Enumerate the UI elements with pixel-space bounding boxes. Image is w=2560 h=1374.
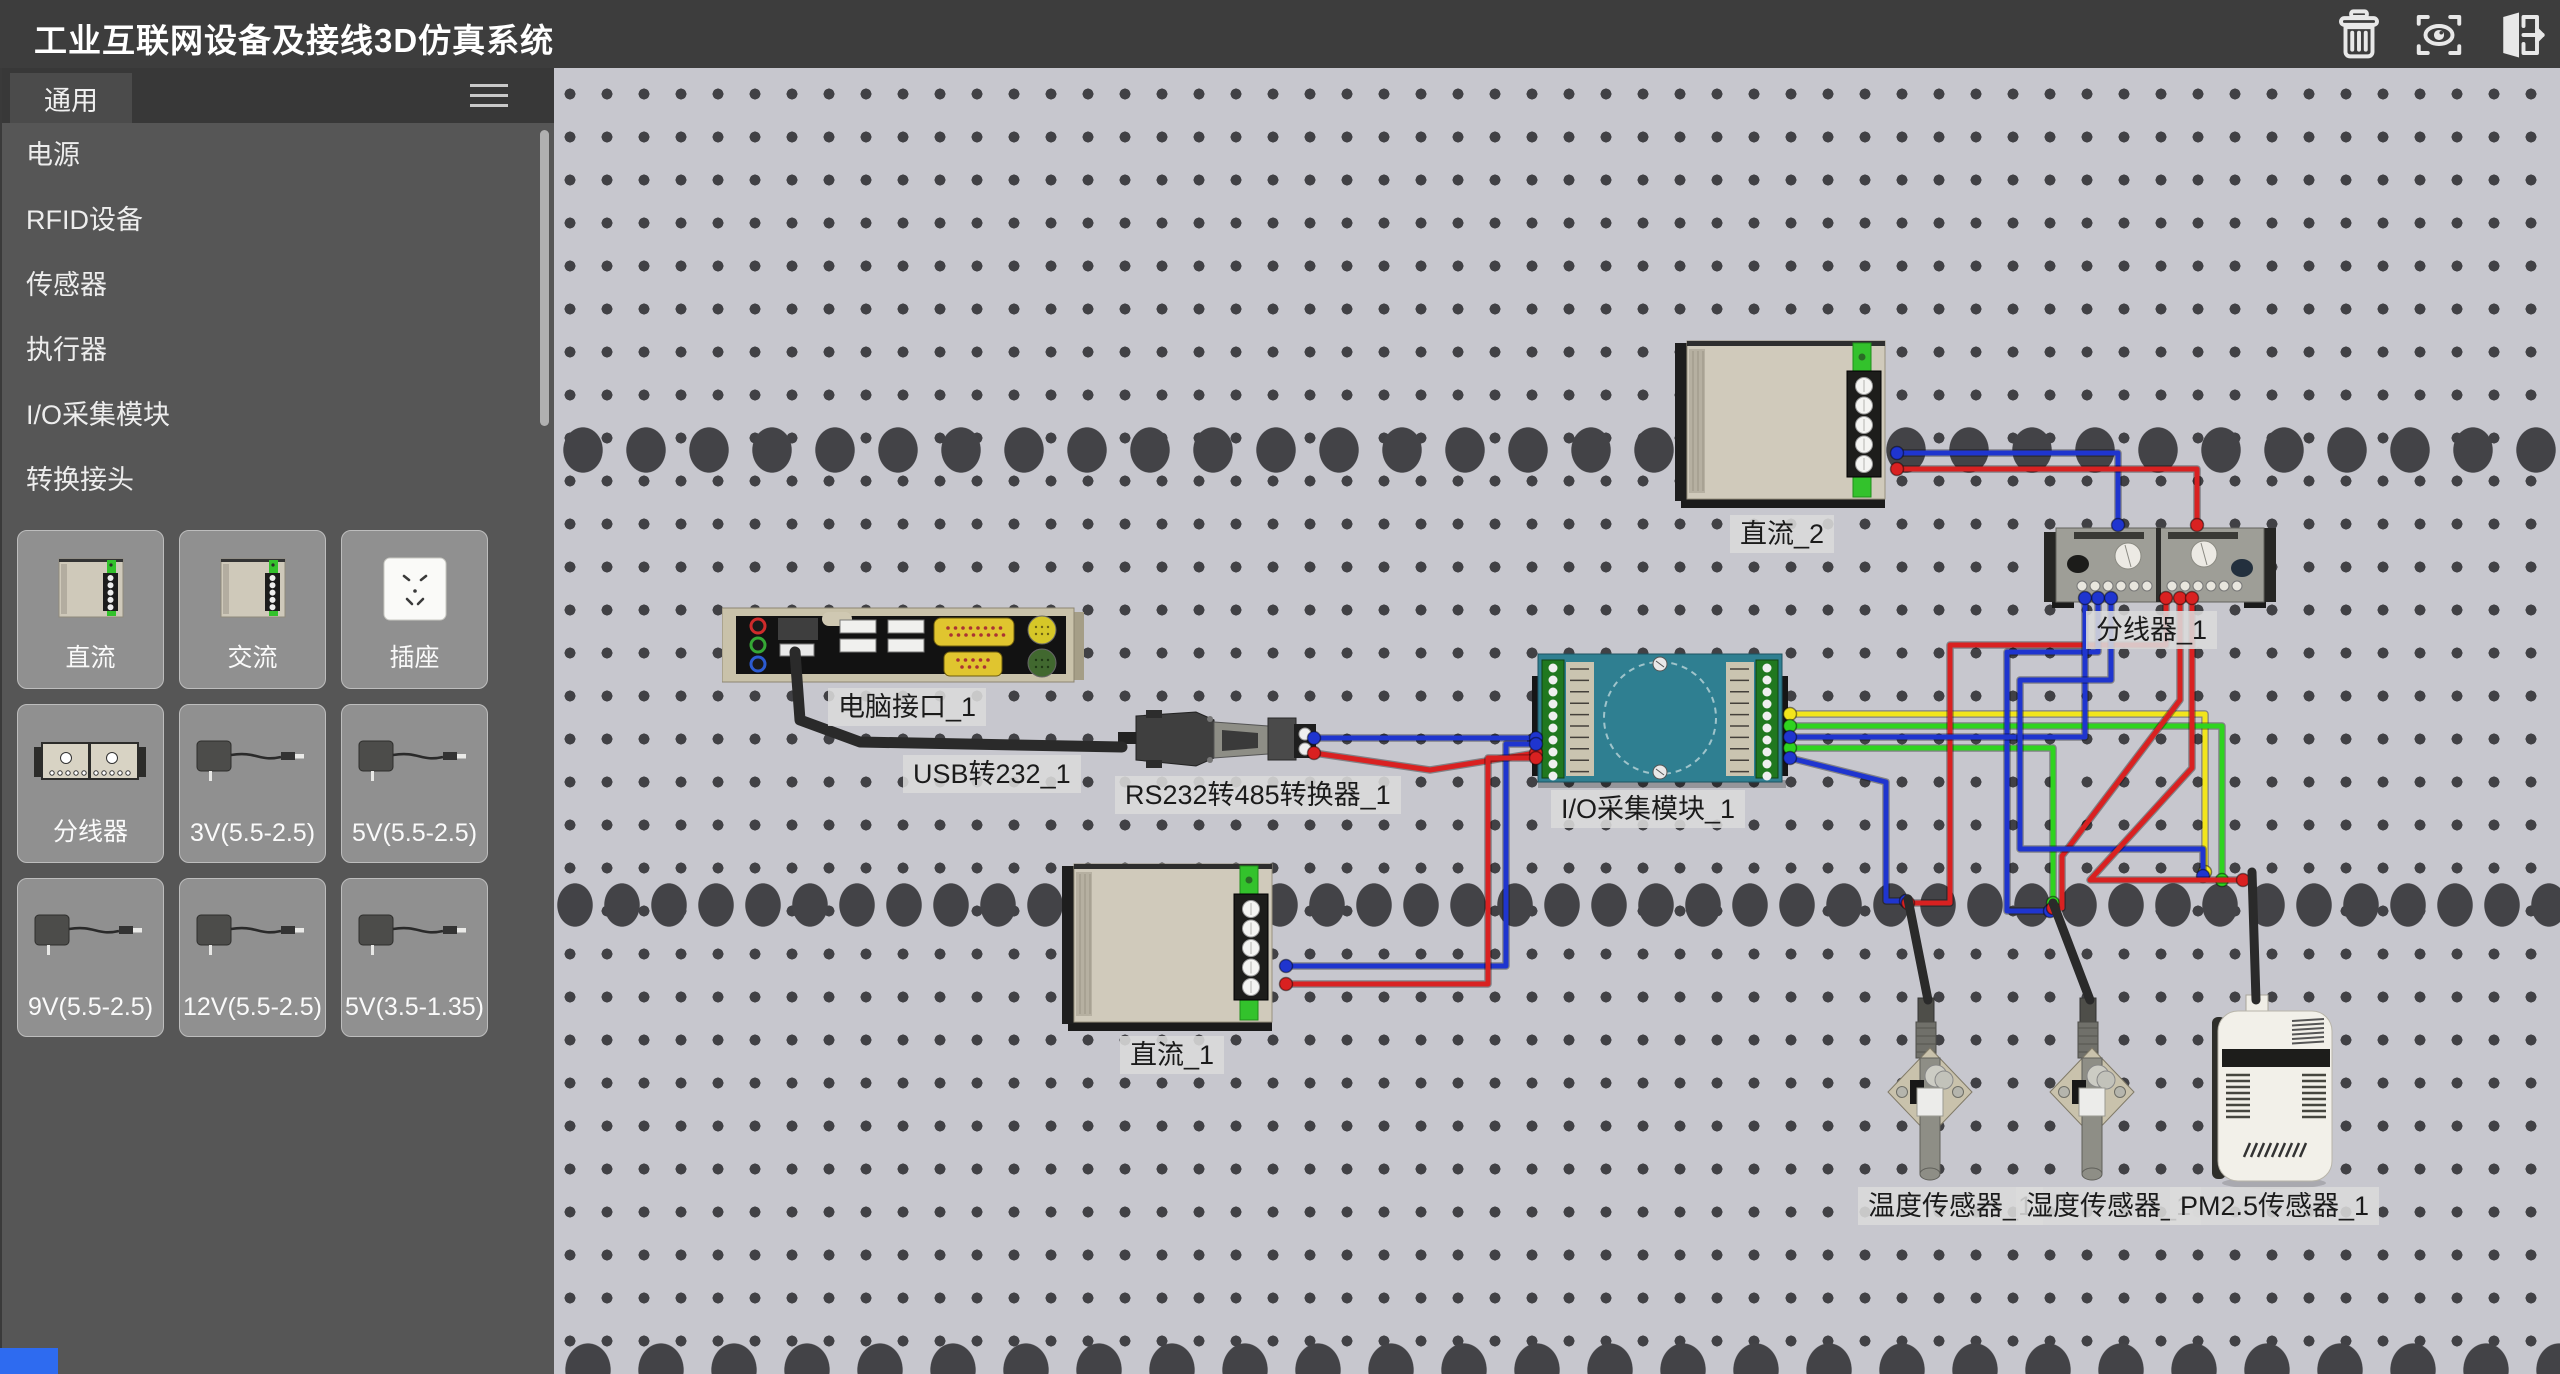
palette-card-6[interactable]: 9V(5.5-2.5) — [17, 878, 164, 1037]
delete-icon[interactable] — [2332, 8, 2386, 62]
palette-card-label: 9V(5.5-2.5) — [18, 993, 163, 1022]
device-pm25-sensor-1[interactable] — [2210, 993, 2338, 1189]
device-temp-sensor-1[interactable] — [1886, 996, 1974, 1184]
device-label-9: PM2.5传感器_1 — [2170, 1187, 2379, 1225]
category-list: 电源RFID设备传感器执行器I/O采集模块转换接头 — [2, 123, 542, 513]
palette-card-label: 直流 — [18, 638, 163, 674]
device-label-0: 直流_2 — [1730, 515, 1834, 553]
category-item-2[interactable]: 传感器 — [2, 253, 542, 318]
device-pc-interface-1[interactable] — [722, 606, 1086, 684]
device-rs232-485-adapter-1[interactable] — [1118, 710, 1316, 768]
scrollbar-thumb[interactable] — [540, 130, 549, 426]
adapter-icon — [342, 717, 487, 809]
adapter-icon — [342, 891, 487, 983]
library-tab-bar: 通用 — [2, 68, 554, 123]
device-dc-supply-1[interactable] — [1062, 856, 1284, 1034]
view-focus-icon[interactable] — [2412, 8, 2466, 62]
device-label-1: 电脑接口_1 — [828, 688, 986, 726]
palette-card-4[interactable]: 3V(5.5-2.5) — [179, 704, 326, 863]
toolbar — [2332, 8, 2546, 62]
device-label-5: 分线器_1 — [2086, 611, 2217, 649]
device-io-module-1[interactable] — [1528, 648, 1792, 790]
category-item-1[interactable]: RFID设备 — [2, 188, 542, 253]
palette-card-label: 5V(3.5-1.35) — [342, 993, 487, 1022]
category-item-4[interactable]: I/O采集模块 — [2, 383, 542, 448]
menu-icon[interactable] — [470, 84, 508, 108]
palette-card-1[interactable]: 交流 — [179, 530, 326, 689]
exit-icon[interactable] — [2492, 8, 2546, 62]
palette-card-8[interactable]: 5V(3.5-1.35) — [341, 878, 488, 1037]
palette-card-label: 5V(5.5-2.5) — [342, 819, 487, 848]
category-item-0[interactable]: 电源 — [2, 123, 542, 188]
palette-card-label: 插座 — [342, 638, 487, 674]
app-title: 工业互联网设备及接线3D仿真系统 — [34, 14, 554, 62]
palette-card-label: 3V(5.5-2.5) — [180, 819, 325, 848]
category-item-3[interactable]: 执行器 — [2, 318, 542, 383]
device-label-2: USB转232_1 — [903, 755, 1081, 793]
device-label-3: RS232转485转换器_1 — [1115, 776, 1401, 814]
title-bar: 工业互联网设备及接线3D仿真系统 — [0, 0, 2560, 68]
pegboard-hole-band — [552, 1342, 2560, 1374]
simulation-viewport[interactable]: 直流_2 电脑接口_1 USB转232_1 RS232转485转换器_1 I/O采集模块… — [552, 68, 2560, 1374]
palette-card-0[interactable]: 直流 — [17, 530, 164, 689]
palette-card-label: 12V(5.5-2.5) — [180, 993, 325, 1022]
device-library-panel: 通用 电源RFID设备传感器执行器I/O采集模块转换接头 直流 交流 插座 分线… — [0, 68, 554, 1374]
device-palette: 直流 交流 插座 分线器 3V(5.5-2.5) 5V(5.5-2.5) 9V( — [17, 530, 488, 1037]
device-label-4: I/O采集模块_1 — [1551, 790, 1745, 828]
pegboard-hole-band — [552, 883, 2560, 927]
palette-card-7[interactable]: 12V(5.5-2.5) — [179, 878, 326, 1037]
socket-icon — [342, 543, 487, 635]
adapter-icon — [180, 891, 325, 983]
dc-icon — [180, 543, 325, 635]
palette-card-label: 交流 — [180, 638, 325, 674]
corner-badge — [0, 1348, 58, 1374]
device-splitter-1[interactable] — [2044, 520, 2276, 610]
palette-card-2[interactable]: 插座 — [341, 530, 488, 689]
adapter-icon — [180, 717, 325, 809]
adapter-icon — [18, 891, 163, 983]
tab-general[interactable]: 通用 — [10, 73, 132, 123]
device-label-6: 直流_1 — [1120, 1036, 1224, 1074]
palette-card-label: 分线器 — [18, 812, 163, 848]
device-dc-supply-2[interactable] — [1675, 333, 1897, 509]
splitter-icon — [18, 717, 163, 809]
dc-icon — [18, 543, 163, 635]
pegboard-hole-band — [552, 427, 2560, 473]
category-item-5[interactable]: 转换接头 — [2, 448, 542, 513]
palette-card-3[interactable]: 分线器 — [17, 704, 164, 863]
device-humidity-sensor-1[interactable] — [2048, 996, 2136, 1184]
palette-card-5[interactable]: 5V(5.5-2.5) — [341, 704, 488, 863]
